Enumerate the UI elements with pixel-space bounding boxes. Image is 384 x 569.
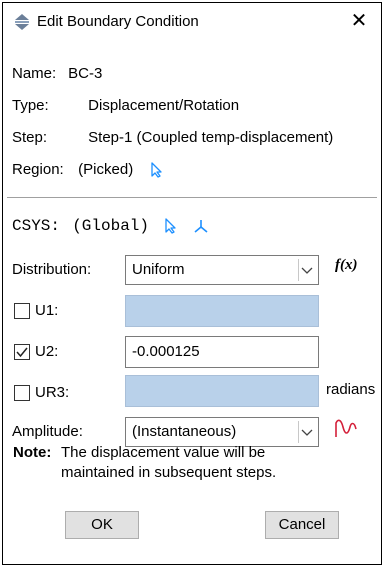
csys-triad-icon[interactable] [193, 218, 209, 234]
u1-checkbox[interactable] [14, 303, 30, 319]
region-value: (Picked) [78, 161, 134, 178]
step-label: Step: [12, 129, 48, 146]
distribution-selected-value: Uniform [132, 261, 185, 278]
region-label: Region: [12, 161, 64, 178]
amplitude-label: Amplitude: [12, 421, 83, 443]
note-prefix: Note: [13, 444, 52, 461]
u1-value-field[interactable] [125, 295, 319, 327]
type-value: Displacement/Rotation [88, 97, 240, 114]
csys-row: CSYS: (Global) [12, 215, 209, 237]
separator-highlight [7, 198, 377, 199]
name-label: Name: [12, 65, 57, 82]
ur3-checkbox[interactable] [14, 385, 30, 401]
type-row: Type: Displacement/Rotation [12, 95, 239, 117]
amplitude-selected-value: (Instantaneous) [132, 423, 237, 440]
csys-label: CSYS: [12, 217, 61, 235]
cancel-button[interactable]: Cancel [265, 511, 339, 539]
checkmark-icon [16, 347, 28, 358]
ok-button[interactable]: OK [65, 511, 139, 539]
edit-boundary-condition-dialog: Edit Boundary Condition ✕ Name: BC-3 Typ… [2, 2, 382, 565]
name-value: BC-3 [68, 65, 103, 82]
step-value: Step-1 (Coupled temp-displacement) [88, 129, 334, 146]
title-bar[interactable]: Edit Boundary Condition ✕ [3, 3, 381, 41]
distribution-select[interactable]: Uniform [125, 255, 319, 285]
region-row: Region: (Picked) [12, 159, 165, 181]
u2-value-field[interactable]: -0.000125 [125, 336, 319, 368]
amplitude-label-text: Amplitude: [12, 423, 83, 440]
close-button[interactable]: ✕ [347, 9, 371, 33]
u2-label: U2: [35, 343, 59, 360]
window-title: Edit Boundary Condition [37, 13, 199, 30]
note-line-1: The displacement value will be [61, 444, 266, 461]
step-row: Step: Step-1 (Coupled temp-displacement) [12, 127, 333, 149]
pick-csys-icon[interactable] [163, 218, 179, 234]
fx-function-button[interactable]: f(x) [335, 257, 358, 274]
ur3-value-field[interactable] [125, 375, 319, 407]
u2-checkbox[interactable] [14, 344, 30, 360]
ur3-label: UR3: [35, 384, 70, 401]
type-label: Type: [12, 97, 49, 114]
chevron-down-icon [298, 421, 316, 443]
amplitude-manager-icon[interactable] [333, 419, 359, 439]
name-row: Name: BC-3 [12, 63, 102, 85]
abaqus-icon [15, 14, 29, 30]
note-line-2: maintained in subsequent steps. [61, 464, 277, 481]
u1-label: U1: [35, 302, 59, 319]
chevron-down-icon [298, 259, 316, 281]
distribution-label: Distribution: [12, 259, 91, 281]
distribution-label-text: Distribution: [12, 261, 92, 278]
ur3-unit-label: radians [326, 381, 376, 398]
csys-value: (Global) [72, 217, 149, 235]
pick-region-icon[interactable] [149, 162, 165, 178]
note-text: Note: The displacement value will be main… [13, 443, 373, 483]
